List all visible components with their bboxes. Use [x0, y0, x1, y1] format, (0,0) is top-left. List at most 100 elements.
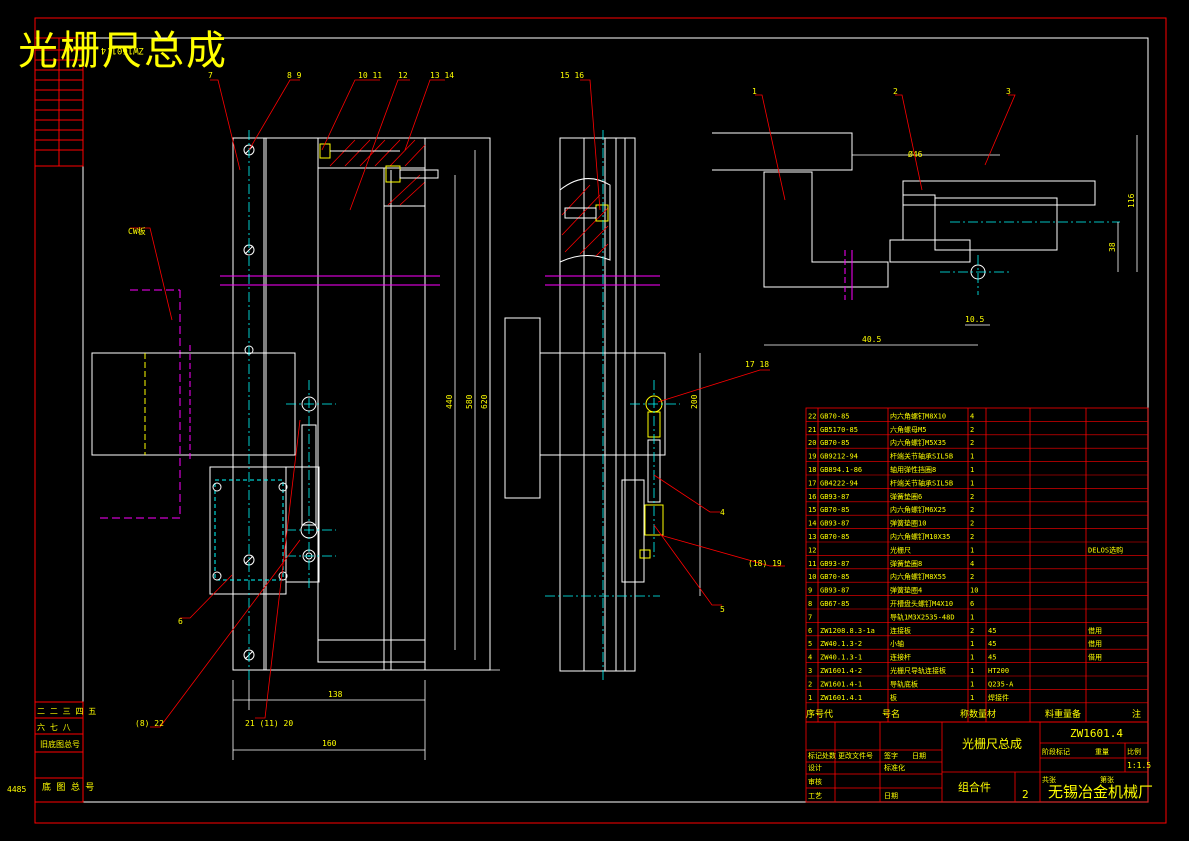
tb-sheets: 2	[1022, 788, 1029, 801]
label-cw: CW板	[128, 226, 146, 236]
bom-cell-no: 21	[808, 426, 816, 434]
bom-cell-no: 8	[808, 600, 812, 608]
dim-40-5: 40.5	[862, 335, 881, 344]
bom-cell-name: 连接杆	[890, 653, 911, 662]
label-18-19: (18) 19	[748, 559, 782, 568]
bom-cell-name: 轴用弹性挡圈8	[890, 465, 936, 474]
bom-h4: 注	[1132, 708, 1141, 720]
bom-cell-name: 小轴	[890, 639, 904, 648]
bom-cell-no: 6	[808, 627, 812, 635]
dim-138: 138	[328, 690, 343, 699]
tb-code: ZW1601.4	[1070, 727, 1123, 740]
bom-cell-qty: 1	[970, 613, 974, 621]
bom-cell-name: 内六角螺钉M8X10	[890, 411, 946, 420]
bom-cell-code: ZW1601.4-1	[820, 680, 862, 688]
bom-cell-note: 借用	[1088, 639, 1102, 648]
dim-38: 38	[1108, 242, 1117, 252]
tb-assembly: 组合件	[958, 780, 991, 794]
dim-440: 440	[445, 394, 454, 409]
dim-580: 580	[465, 394, 474, 409]
bom-h2: 称数量材	[960, 708, 996, 720]
bom-cell-code: GB93-87	[820, 520, 850, 528]
bom-cell-name: 杆端关节轴承SIL5B	[890, 478, 953, 487]
bom-cell-note: DELOS选购	[1088, 545, 1123, 554]
cad-drawing: 二 二 三 四 五 六 七 八 旧底图总号 底 图 总 号 4485 ZW160…	[0, 0, 1189, 841]
bom-cell-qty: 1	[970, 466, 974, 474]
bom-cell-no: 15	[808, 506, 816, 514]
tb-label-9: 阶段标记	[1042, 747, 1070, 756]
bom-cell-no: 17	[808, 479, 816, 487]
bom-cell-name: 导轨底板	[890, 679, 918, 688]
tb-company: 无锡冶金机械厂	[1048, 783, 1153, 801]
label-2: 2	[893, 87, 898, 96]
bom-cell-mat: 焊接件	[988, 693, 1009, 702]
bom-cell-code: GB4222-94	[820, 479, 858, 487]
bom-cell-name: 内六角螺钉M6X25	[890, 505, 946, 514]
bom-cell-qty: 1	[970, 667, 974, 675]
bom-cell-no: 11	[808, 560, 816, 568]
label-1: 1	[752, 87, 757, 96]
label-10-11: 10 11	[358, 71, 382, 80]
bom-cell-code: GB70-85	[820, 412, 850, 420]
tb-label-11: 比例	[1127, 747, 1141, 756]
label-5: 5	[720, 605, 725, 614]
bom-cell-name: 弹簧垫圈8	[890, 559, 922, 568]
bom-cell-no: 2	[808, 680, 812, 688]
bom-cell-code: GB93-87	[820, 587, 850, 595]
bom-cell-name: 光栅尺	[890, 545, 911, 554]
bom-cell-qty: 1	[970, 654, 974, 662]
bom-cell-code: GB5170-85	[820, 426, 858, 434]
label-13-14: 13 14	[430, 71, 454, 80]
bom-h3: 料重量备	[1045, 708, 1081, 720]
bom-cell-qty: 2	[970, 506, 974, 514]
dim-10-5: 10.5	[965, 315, 984, 324]
label-15-16: 15 16	[560, 71, 584, 80]
tb-name: 光栅尺总成	[962, 736, 1022, 751]
label-12: 12	[398, 71, 408, 80]
label-6: 6	[178, 617, 183, 626]
stamp-r2: 六 七 八	[37, 722, 71, 732]
page-title: 光栅尺总成	[18, 28, 228, 74]
label-3: 3	[1006, 87, 1011, 96]
tb-label-1: 更改文件号	[838, 751, 873, 760]
bom-cell-code: ZW40.1.3-2	[820, 640, 862, 648]
bom-cell-code: ZW40.1.3-1	[820, 654, 862, 662]
dim-116: 116	[1127, 193, 1136, 208]
bom-cell-no: 10	[808, 573, 816, 581]
bom-cell-qty: 2	[970, 426, 974, 434]
bom-h1: 号名	[882, 708, 900, 720]
bom-cell-no: 22	[808, 412, 816, 420]
bom-cell-qty: 1	[970, 640, 974, 648]
bom-cell-code: GB70-85	[820, 439, 850, 447]
bom-cell-qty: 2	[970, 627, 974, 635]
bom-cell-code: GB93-87	[820, 560, 850, 568]
bom-cell-name: 杆端关节轴承SIL5B	[890, 452, 953, 461]
tb-label-12: 共张	[1042, 775, 1056, 784]
stamp-r4: 底 图 总 号	[42, 781, 94, 793]
bom-cell-code: ZW1601.4-2	[820, 667, 862, 675]
bom-cell-name: 开槽盘头螺钉M4X10	[890, 599, 953, 608]
bom-cell-code: GB67-85	[820, 600, 850, 608]
bom-cell-code: ZW1601.4.1	[820, 694, 862, 702]
tb-label-5: 标准化	[884, 763, 905, 772]
bom-cell-name: 光栅尺导轨连接板	[890, 666, 946, 675]
count-label: 4485	[7, 785, 26, 794]
bom-cell-qty: 2	[970, 520, 974, 528]
bom-cell-code: GB894.1-86	[820, 466, 862, 474]
bom-cell-no: 14	[808, 520, 816, 528]
bom-cell-qty: 1	[970, 694, 974, 702]
bom-cell-name: 弹簧垫圈10	[890, 519, 926, 528]
bom-cell-name: 弹簧垫圈6	[890, 492, 922, 501]
bom-cell-no: 1	[808, 694, 812, 702]
bom-cell-name: 内六角螺钉M8X55	[890, 572, 946, 581]
tb-label-0: 标记处数	[808, 751, 836, 760]
bom-cell-no: 4	[808, 654, 812, 662]
bom-cell-qty: 2	[970, 439, 974, 447]
tb-label-7: 工艺	[808, 792, 822, 800]
bom-h0: 序号代	[806, 708, 833, 720]
bom-cell-no: 7	[808, 613, 812, 621]
tb-label-6: 审核	[808, 777, 822, 786]
bom-cell-name: 内六角螺钉M5X35	[890, 438, 946, 447]
bom-cell-no: 20	[808, 439, 816, 447]
bom-cell-code: GB70-85	[820, 573, 850, 581]
